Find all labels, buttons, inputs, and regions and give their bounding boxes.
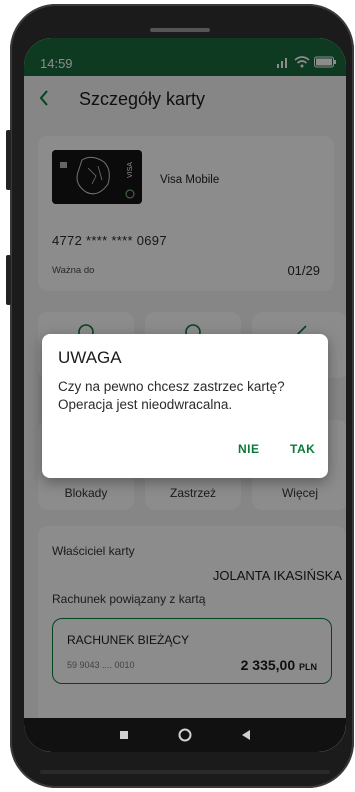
nav-back-button[interactable] (226, 718, 266, 752)
confirm-dialog: UWAGA Czy na pewno chcesz zastrzec kartę… (42, 334, 328, 478)
dialog-yes-button[interactable]: TAK (290, 442, 315, 456)
phone-bottom-edge (40, 770, 330, 774)
earpiece (150, 28, 210, 32)
volume-button (6, 130, 11, 190)
square-icon (120, 731, 128, 739)
triangle-back-icon (242, 730, 250, 740)
dialog-message: Czy na pewno chcesz zastrzec kartę? Oper… (58, 379, 285, 412)
home-button[interactable] (165, 718, 205, 752)
dialog-no-button[interactable]: NIE (238, 442, 260, 456)
system-nav-bar (24, 718, 346, 752)
recents-button[interactable] (104, 718, 144, 752)
circle-icon (178, 728, 192, 742)
phone-screen: 14:59 Szczegóły karty VISA Visa Mobile 4… (24, 38, 346, 752)
power-button (6, 255, 11, 305)
dialog-title: UWAGA (58, 348, 122, 367)
